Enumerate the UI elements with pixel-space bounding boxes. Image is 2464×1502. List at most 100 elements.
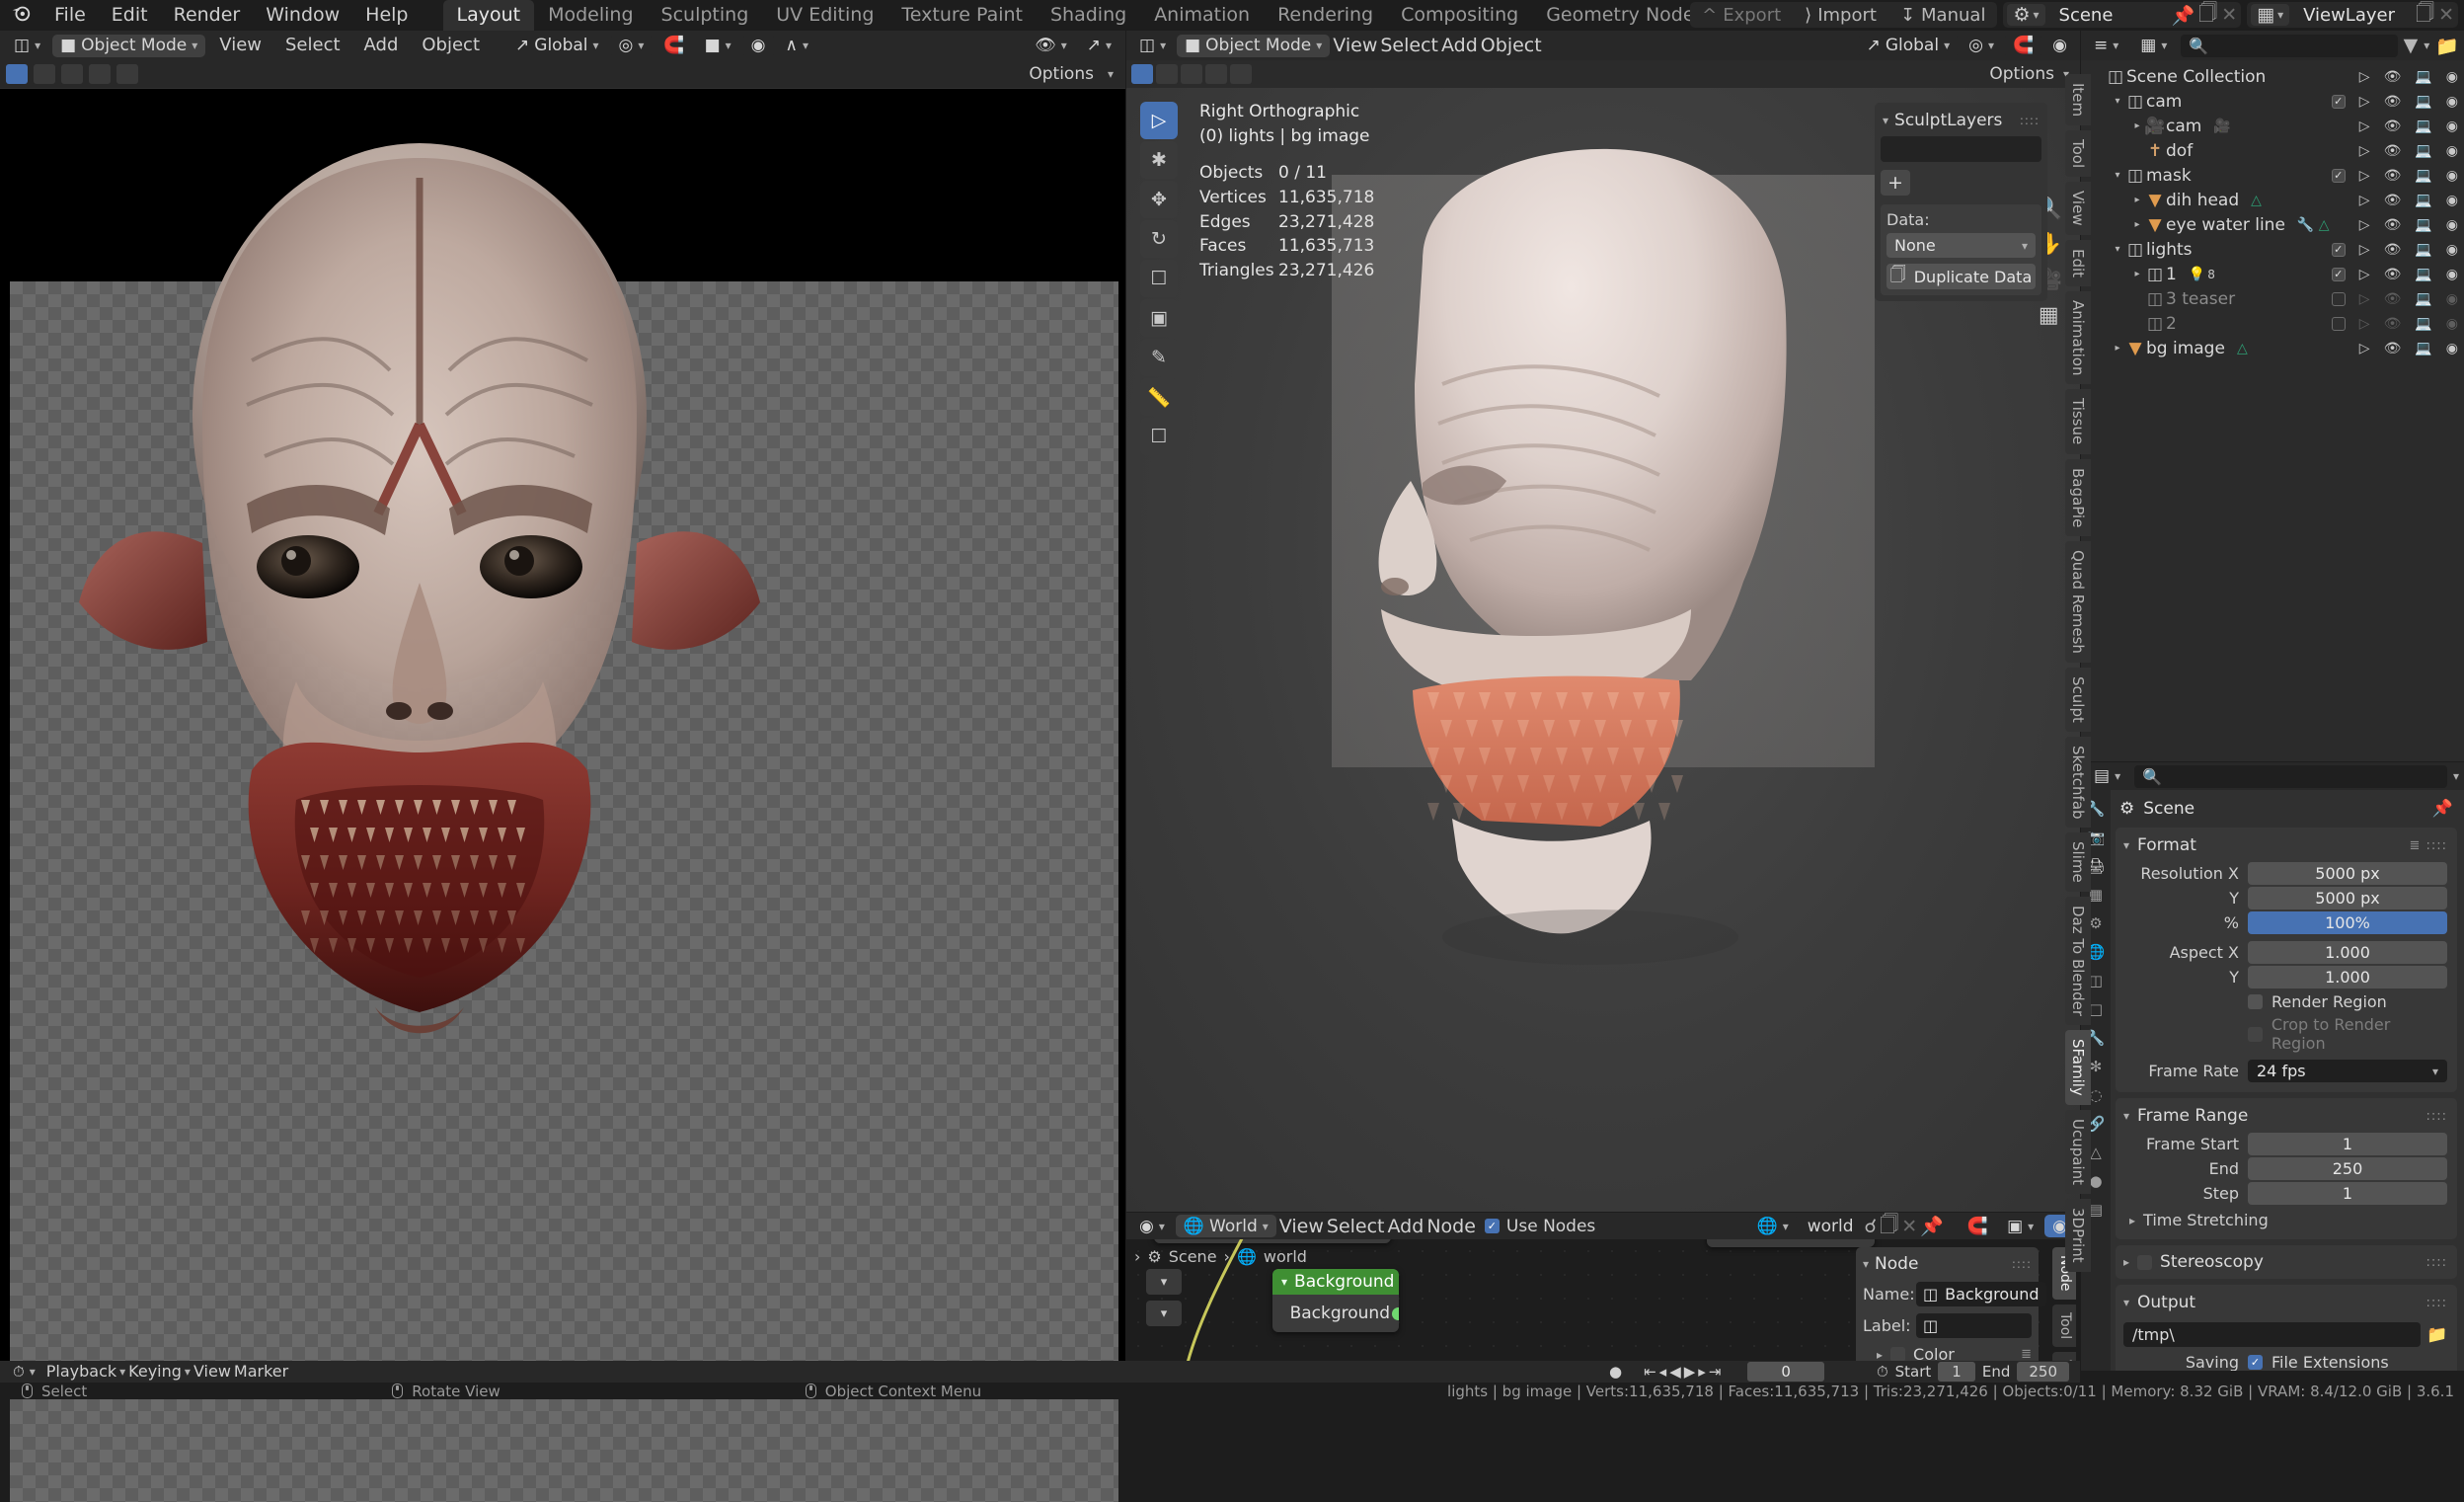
outliner-screen-icon[interactable]: 💻 <box>2415 267 2431 282</box>
shader-snap-icon[interactable]: 🧲 <box>1960 1215 1996 1237</box>
properties-tab-particles-icon[interactable]: ✻ <box>2090 1058 2103 1075</box>
chevron-down-icon[interactable]: ▾ <box>2123 1109 2129 1123</box>
pin-icon[interactable]: 📌 <box>1920 1215 1944 1237</box>
viewport-menu-add[interactable]: Add <box>1441 35 1478 56</box>
viewport-object-mode-selector[interactable]: ■ Object Mode▾ <box>1177 35 1330 57</box>
chevron-down-icon[interactable]: ▾ <box>2453 769 2459 783</box>
node-panel-title-row[interactable]: ▾ Node :::: <box>1863 1254 2032 1274</box>
breadcrumb-world[interactable]: world <box>1264 1247 1307 1266</box>
shader-menu-view[interactable]: View <box>1279 1216 1324 1237</box>
aspect-x-value[interactable]: 1.000 <box>2248 941 2447 964</box>
outliner-eye-icon[interactable]: 👁 <box>2384 168 2402 184</box>
viewport-snap-toggle[interactable]: 🧲 <box>2005 35 2041 57</box>
viewport-tab-slime[interactable]: Slime <box>2065 832 2091 892</box>
menu-add[interactable]: Add <box>354 31 409 60</box>
chevron-down-icon[interactable]: ▾ <box>2123 838 2129 852</box>
outliner-cursor-select-icon[interactable]: ▷ <box>2359 316 2370 332</box>
new-world-icon[interactable]: 🗍 <box>1880 1211 1898 1242</box>
outliner-screen-icon[interactable]: 💻 <box>2415 193 2431 208</box>
editor-type-selector[interactable]: ◫▾ <box>6 35 48 57</box>
viewport-select-invert-icon[interactable] <box>1205 64 1227 84</box>
blender-logo-icon[interactable] <box>0 2 41 29</box>
frame-rate-dropdown[interactable]: 24 fps ▾ <box>2248 1060 2447 1082</box>
outliner-eye-icon[interactable]: 👁 <box>2384 267 2402 282</box>
outliner-row[interactable]: ◫3 teaser▷👁💻◉ <box>2081 286 2464 311</box>
outliner-exclude-checkbox[interactable]: ✓ <box>2332 268 2346 281</box>
outliner-display-mode-selector[interactable]: ▦▾ <box>2132 35 2175 57</box>
aspect-y-value[interactable]: 1.000 <box>2248 966 2447 988</box>
outliner-camera-render-icon[interactable]: ◉ <box>2446 94 2458 110</box>
delete-viewlayer-icon[interactable]: ✕ <box>2438 4 2454 26</box>
render-region-row[interactable]: Render Region <box>2248 992 2447 1011</box>
outliner-cursor-select-icon[interactable]: ▷ <box>2359 193 2370 208</box>
outliner-screen-icon[interactable]: 💻 <box>2415 217 2431 233</box>
scene-icon[interactable]: ⚙▾ <box>2007 4 2044 26</box>
breadcrumb-chevron-icon[interactable]: › <box>1134 1247 1140 1266</box>
viewport-select-box-icon[interactable] <box>1131 64 1153 84</box>
new-viewlayer-icon[interactable]: 🗍 <box>2416 0 2434 31</box>
outliner-screen-icon[interactable]: 💻 <box>2415 242 2431 258</box>
chevron-down-icon[interactable]: ▾ <box>2111 96 2124 107</box>
shader-overlay-icon[interactable]: ▣▾ <box>1999 1215 2041 1237</box>
properties-tab-texture-icon[interactable]: ▤ <box>2089 1201 2103 1219</box>
resolution-percent-value[interactable]: 100% <box>2248 911 2447 934</box>
snap-toggle[interactable]: 🧲 <box>655 35 692 57</box>
render-region-checkbox[interactable] <box>2248 994 2263 1009</box>
shader-expand-icon[interactable]: ▾ <box>1146 1301 1182 1326</box>
viewport-tab-daz-to-blender[interactable]: Daz To Blender <box>2065 897 2091 1025</box>
viewport-transform-orientation[interactable]: ↗ Global▾ <box>1859 35 1959 57</box>
current-frame-field[interactable]: 0 <box>1747 1362 1824 1382</box>
workspace-tab-animation[interactable]: Animation <box>1140 0 1264 31</box>
timeline-editor-type-icon[interactable]: ⏱▾ <box>5 1363 43 1382</box>
shader-node-canvas[interactable]: › ⚙ Scene › 🌐 world ▾ ▾ ▾ Background Bac… <box>1126 1239 2080 1371</box>
viewlayer-selector[interactable]: ▦▾ ViewLayer 🗍 ✕ <box>2247 2 2458 28</box>
chevron-down-icon[interactable]: ▾ <box>2424 39 2429 52</box>
timeline-menu-view[interactable]: View <box>193 1361 231 1383</box>
use-nodes-checkbox[interactable]: ✓ <box>1485 1219 1500 1233</box>
outliner-exclude-checkbox[interactable] <box>2332 292 2346 306</box>
resolution-y-value[interactable]: 5000 px <box>2248 887 2447 909</box>
timeline-menu-keying[interactable]: Keying <box>128 1361 182 1383</box>
outliner-mesh-data-icon[interactable]: △ <box>2237 341 2248 356</box>
properties-tab-material-icon[interactable]: ● <box>2089 1172 2102 1190</box>
timeline-menu-playback[interactable]: Playback <box>46 1361 116 1383</box>
node-label-field[interactable]: ◫ <box>1916 1313 2032 1338</box>
outliner-row[interactable]: ▾◫cam✓▷👁💻◉ <box>2081 89 2464 114</box>
viewport-menu-object[interactable]: Object <box>1481 35 1542 56</box>
outliner-camera-render-icon[interactable]: ◉ <box>2446 119 2458 134</box>
outliner-eye-icon[interactable]: 👁 <box>2384 193 2402 208</box>
outliner-screen-icon[interactable]: 💻 <box>2415 341 2431 356</box>
menu-object[interactable]: Object <box>412 31 490 60</box>
outliner-camera-render-icon[interactable]: ◉ <box>2446 341 2458 356</box>
node-color-checkbox[interactable] <box>1890 1347 1905 1362</box>
image-editor-options-label[interactable]: Options <box>1029 64 1102 84</box>
pin-icon[interactable]: 📌 <box>2432 799 2453 819</box>
outliner-editor-type-selector[interactable]: ≡▾ <box>2086 35 2126 57</box>
chevron-down-icon[interactable]: ▾ <box>2111 170 2124 181</box>
workspace-tab-compositing[interactable]: Compositing <box>1387 0 1532 31</box>
properties-tab-viewlayer-icon[interactable]: ▦ <box>2089 886 2103 904</box>
play-icon[interactable]: ▶ <box>1684 1363 1696 1381</box>
properties-tab-physics-icon[interactable]: ◌ <box>2089 1086 2102 1104</box>
menu-view[interactable]: View <box>209 31 271 60</box>
output-socket[interactable] <box>1392 1307 1399 1320</box>
outliner-light-icon[interactable]: 💡 <box>2189 267 2205 282</box>
grip-dots-icon[interactable]: :::: <box>2012 1257 2032 1271</box>
viewport-proportional-toggle[interactable]: ◉ <box>2044 35 2075 57</box>
viewport-tab-tool[interactable]: Tool <box>2065 130 2091 177</box>
viewport-select-subtract-icon[interactable] <box>1181 64 1202 84</box>
viewport-tab-edit[interactable]: Edit <box>2065 240 2091 286</box>
viewport-select-extend-icon[interactable] <box>1156 64 1178 84</box>
chevron-right-icon[interactable]: ▸ <box>2123 1255 2129 1269</box>
frame-step-value[interactable]: 1 <box>2248 1182 2447 1205</box>
node-volume-partial[interactable]: Volume <box>1707 1239 1875 1247</box>
shader-type-selector[interactable]: 🌐 World▾ <box>1176 1215 1276 1237</box>
outliner-camera-render-icon[interactable]: ◉ <box>2446 168 2458 184</box>
properties-editor-type-selector[interactable]: ▤▾ <box>2086 765 2128 788</box>
outliner-row[interactable]: ▾◫mask✓▷👁💻◉ <box>2081 163 2464 188</box>
delete-scene-icon[interactable]: ✕ <box>2221 4 2237 26</box>
properties-search-input[interactable]: 🔍 <box>2134 765 2447 788</box>
output-path-field[interactable]: /tmp\ <box>2123 1322 2421 1347</box>
jump-start-icon[interactable]: ⇤ <box>1644 1363 1656 1381</box>
viewport-tab-sfamily[interactable]: SFamily <box>2065 1030 2091 1105</box>
